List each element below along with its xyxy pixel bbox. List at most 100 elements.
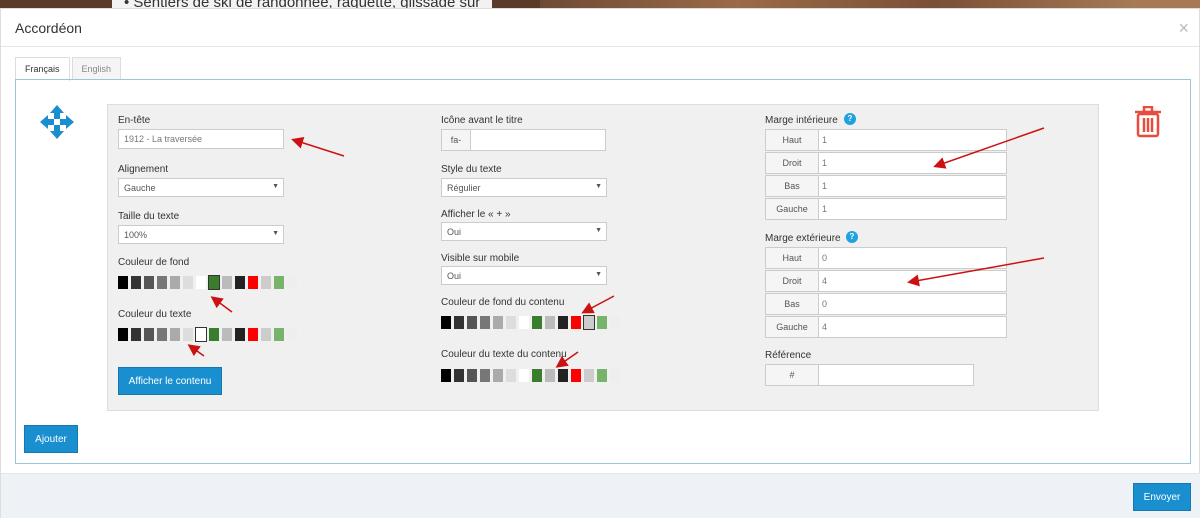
color-swatch[interactable] [506, 369, 516, 382]
color-swatch[interactable] [118, 328, 128, 341]
color-swatch[interactable] [261, 328, 271, 341]
color-swatch[interactable] [583, 315, 595, 330]
color-swatch[interactable] [610, 316, 620, 329]
trash-icon[interactable] [1134, 106, 1162, 138]
color-swatch[interactable] [597, 369, 607, 382]
margin-value-input[interactable]: 0 [818, 293, 1007, 315]
color-swatch[interactable] [454, 369, 464, 382]
color-swatch[interactable] [597, 316, 607, 329]
reference-label: Référence [765, 350, 812, 361]
chevron-down-icon: ▼ [595, 183, 602, 190]
content-bg-label: Couleur de fond du contenu [441, 297, 565, 308]
color-swatch[interactable] [287, 328, 297, 341]
color-swatch[interactable] [170, 328, 180, 341]
reference-input[interactable] [818, 364, 974, 386]
color-swatch[interactable] [441, 369, 451, 382]
color-swatch[interactable] [558, 369, 568, 382]
tab-francais[interactable]: Français [15, 57, 70, 81]
header-input[interactable]: 1912 - La traversée [118, 129, 284, 149]
color-swatch[interactable] [480, 316, 490, 329]
send-button[interactable]: Envoyer [1133, 483, 1191, 511]
padding-value-input[interactable]: 1 [818, 152, 1007, 174]
color-swatch[interactable] [144, 276, 154, 289]
content-text-swatches [441, 369, 620, 382]
color-swatch[interactable] [493, 369, 503, 382]
color-swatch[interactable] [131, 276, 141, 289]
color-swatch[interactable] [248, 328, 258, 341]
language-tabs: Français English [15, 57, 123, 81]
size-value: 100% [124, 230, 148, 240]
color-swatch[interactable] [118, 276, 128, 289]
margin-value-input[interactable]: 4 [818, 270, 1007, 292]
icon-input[interactable] [470, 129, 606, 151]
help-icon[interactable]: ? [846, 231, 858, 243]
textcolor-label: Couleur du texte [118, 309, 192, 320]
modal-header: Accordéon × [1, 9, 1199, 47]
align-select[interactable]: Gauche ▼ [118, 178, 284, 197]
color-swatch[interactable] [532, 316, 542, 329]
color-swatch[interactable] [195, 327, 207, 342]
chevron-down-icon: ▼ [272, 183, 279, 190]
padding-value-input[interactable]: 1 [818, 129, 1007, 151]
reference-prefix: # [765, 364, 819, 386]
margin-value-input[interactable]: 4 [818, 316, 1007, 338]
color-swatch[interactable] [571, 316, 581, 329]
color-swatch[interactable] [170, 276, 180, 289]
color-swatch[interactable] [209, 328, 219, 341]
add-button[interactable]: Ajouter [24, 425, 78, 453]
color-swatch[interactable] [441, 316, 451, 329]
color-swatch[interactable] [208, 275, 220, 290]
color-swatch[interactable] [545, 369, 555, 382]
color-swatch[interactable] [144, 328, 154, 341]
color-swatch[interactable] [157, 276, 167, 289]
size-select[interactable]: 100% ▼ [118, 225, 284, 244]
color-swatch[interactable] [480, 369, 490, 382]
color-swatch[interactable] [558, 316, 568, 329]
help-icon[interactable]: ? [844, 113, 856, 125]
color-swatch[interactable] [493, 316, 503, 329]
color-swatch[interactable] [261, 276, 271, 289]
tab-english[interactable]: English [71, 57, 122, 80]
color-swatch[interactable] [222, 328, 232, 341]
close-icon[interactable]: × [1178, 18, 1189, 39]
padding-value-input[interactable]: 1 [818, 175, 1007, 197]
color-swatch[interactable] [274, 276, 284, 289]
color-swatch[interactable] [235, 328, 245, 341]
color-swatch[interactable] [571, 369, 581, 382]
margin-label: Marge extérieure [765, 233, 841, 244]
padding-value-input[interactable]: 1 [818, 198, 1007, 220]
show-content-button[interactable]: Afficher le contenu [118, 367, 222, 395]
color-swatch[interactable] [519, 369, 529, 382]
color-swatch[interactable] [196, 276, 206, 289]
color-swatch[interactable] [454, 316, 464, 329]
color-swatch[interactable] [248, 276, 258, 289]
color-swatch[interactable] [157, 328, 167, 341]
color-swatch[interactable] [584, 369, 594, 382]
padding-side-label: Bas [765, 175, 819, 197]
color-swatch[interactable] [467, 369, 477, 382]
padding-label: Marge intérieure [765, 115, 838, 126]
color-swatch[interactable] [610, 369, 620, 382]
color-swatch[interactable] [235, 276, 245, 289]
header-label: En-tête [118, 115, 151, 126]
color-swatch[interactable] [519, 316, 529, 329]
margin-value-input[interactable]: 0 [818, 247, 1007, 269]
modal-footer: Envoyer [1, 473, 1200, 518]
color-swatch[interactable] [183, 276, 193, 289]
margin-side-label: Bas [765, 293, 819, 315]
move-arrows-icon[interactable] [40, 105, 74, 139]
color-swatch[interactable] [532, 369, 542, 382]
color-swatch[interactable] [545, 316, 555, 329]
color-swatch[interactable] [506, 316, 516, 329]
color-swatch[interactable] [274, 328, 284, 341]
color-swatch[interactable] [287, 276, 297, 289]
chevron-down-icon: ▼ [272, 230, 279, 237]
color-swatch[interactable] [467, 316, 477, 329]
plus-select[interactable]: Oui ▼ [441, 222, 607, 241]
mobile-select[interactable]: Oui ▼ [441, 266, 607, 285]
color-swatch[interactable] [222, 276, 232, 289]
style-select[interactable]: Régulier ▼ [441, 178, 607, 197]
color-swatch[interactable] [131, 328, 141, 341]
bgcolor-label: Couleur de fond [118, 257, 190, 268]
color-swatch[interactable] [183, 328, 193, 341]
